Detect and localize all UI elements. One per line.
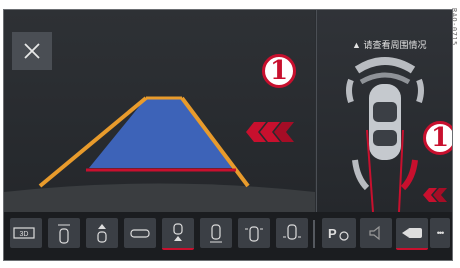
svg-text:3D: 3D bbox=[20, 231, 29, 238]
rear-sensor-arcs bbox=[352, 159, 418, 191]
toolbar: 3D P ••• bbox=[4, 212, 452, 260]
toolbar-divider bbox=[313, 220, 315, 248]
camera-view-button[interactable] bbox=[396, 218, 428, 250]
image-code: RAO-0715 bbox=[450, 8, 458, 46]
mute-button[interactable] bbox=[360, 218, 392, 248]
front-sensors-button[interactable] bbox=[238, 218, 270, 248]
rear-camera-view: 1 bbox=[4, 10, 315, 212]
rear-hitch-view-button[interactable] bbox=[162, 218, 194, 250]
view-3d-button[interactable]: 3D bbox=[10, 218, 42, 248]
park-assist-button[interactable]: P bbox=[322, 218, 356, 248]
close-button[interactable] bbox=[12, 32, 52, 70]
rear-view-button[interactable] bbox=[200, 218, 232, 248]
warning-icon: ▲ bbox=[352, 40, 361, 50]
obstacle-chevron-icon bbox=[246, 122, 294, 142]
lane-area bbox=[89, 98, 234, 168]
ground bbox=[4, 183, 315, 212]
front-view-button[interactable] bbox=[86, 218, 118, 248]
car-top-icon bbox=[369, 84, 401, 160]
warning-text: 请查看周围情况 bbox=[363, 40, 427, 50]
rear-sensors-button[interactable] bbox=[276, 218, 308, 248]
side-view-button[interactable] bbox=[124, 218, 156, 248]
svg-text:P: P bbox=[328, 226, 337, 241]
callout-marker-left: 1 bbox=[262, 54, 296, 88]
car-front-icon bbox=[97, 224, 107, 243]
car-rear-sensors-icon bbox=[283, 224, 301, 240]
park-assist-icon: P bbox=[328, 226, 349, 241]
warning-message: ▲ 请查看周围情况 bbox=[352, 38, 426, 51]
close-icon bbox=[24, 43, 40, 59]
more-button[interactable]: ••• bbox=[430, 218, 450, 248]
view-3d-icon: 3D bbox=[13, 227, 35, 239]
car-rear-icon bbox=[210, 224, 222, 243]
callout-marker-right: 1 bbox=[423, 121, 452, 155]
car-side-icon bbox=[130, 229, 150, 238]
obstacle-chevron-icon bbox=[423, 188, 447, 202]
car-top-icon bbox=[58, 224, 70, 244]
car-rear-hitch-icon bbox=[173, 223, 183, 241]
top-view-button[interactable] bbox=[48, 218, 80, 248]
parking-display: 1 1 ▲ 请查看周围情况 3D P ••• bbox=[3, 9, 453, 261]
speaker-mute-icon bbox=[369, 225, 380, 241]
more-icon: ••• bbox=[436, 228, 445, 238]
camera-view-icon bbox=[402, 228, 422, 238]
car-front-sensors-icon bbox=[245, 226, 263, 242]
